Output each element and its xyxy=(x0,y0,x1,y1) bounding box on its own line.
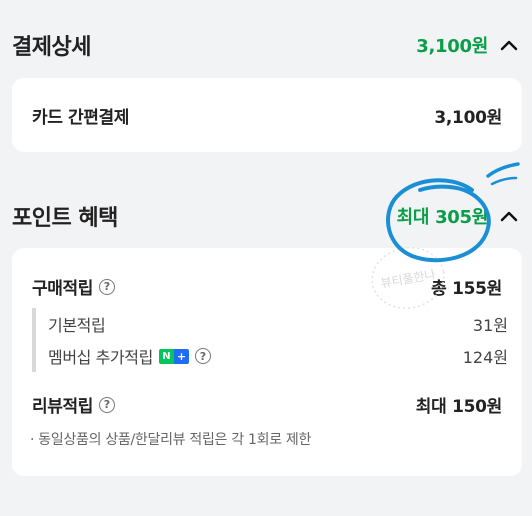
purchase-points-breakdown: 기본적립 31원 멤버십 추가적립 N + ? 124원 xyxy=(32,308,508,372)
question-circle-icon[interactable]: ? xyxy=(98,278,115,295)
basic-points-amount: 31원 xyxy=(472,316,508,335)
payment-method-label: 카드 간편결제 xyxy=(32,108,129,128)
review-points-total: 최대 150원 xyxy=(415,397,503,417)
highlight-scribble xyxy=(386,162,520,263)
naver-plus-badge-icon: N + xyxy=(158,348,189,364)
review-points-note: · 동일상품의 상품/한달리뷰 적립은 각 1회로 제한 xyxy=(30,432,312,448)
question-circle-icon[interactable]: ? xyxy=(98,396,115,413)
purchase-points-label: 구매적립 xyxy=(32,279,93,299)
payment-detail-card: 카드 간편결제 3,100원 xyxy=(12,78,522,152)
payment-section-title: 결제상세 xyxy=(12,35,91,60)
membership-points-label: 멤버십 추가적립 xyxy=(48,348,153,367)
points-section-title: 포인트 혜택 xyxy=(12,206,118,231)
basic-points-label: 기본적립 xyxy=(48,316,106,335)
chevron-up-icon[interactable] xyxy=(498,34,520,56)
membership-points-amount: 124원 xyxy=(462,348,508,367)
payment-section-header[interactable]: 결제상세 3,100원 xyxy=(0,25,532,65)
payment-method-amount: 3,100원 xyxy=(434,108,502,128)
review-points-label: 리뷰적립 xyxy=(32,397,93,417)
payment-total-amount: 3,100원 xyxy=(416,36,488,57)
question-circle-icon[interactable]: ? xyxy=(194,348,211,364)
